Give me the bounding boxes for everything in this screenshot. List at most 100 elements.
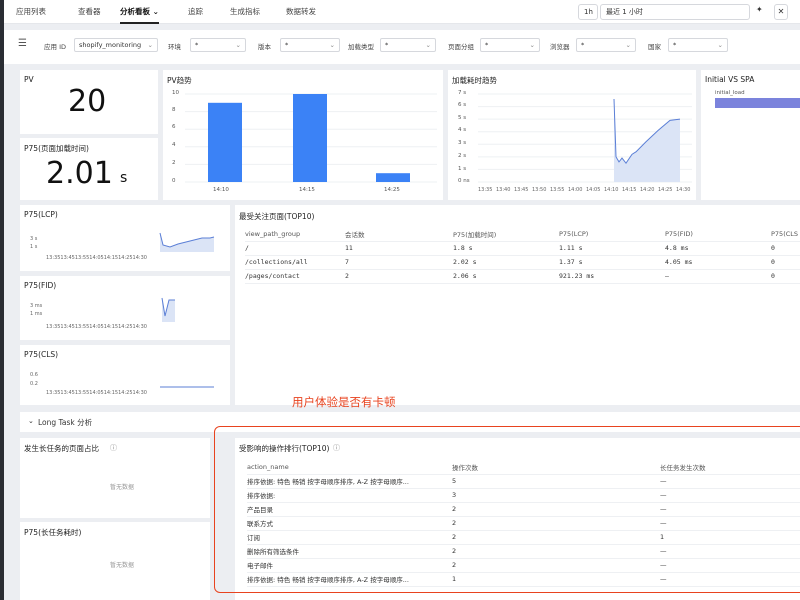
time-range-picker[interactable]: 最近 1 小时 (600, 4, 750, 20)
cell: 2 (345, 269, 453, 284)
filter-label-app-id: 应用 ID (44, 43, 66, 51)
column-header: 会话数 (345, 227, 453, 242)
fid-x-ticks: 13:3513:4513:5514:0514:1514:2514:30 (46, 324, 147, 330)
column-header: P75(CLS (771, 227, 800, 242)
lcp-x-ticks: 13:3513:4513:5514:0514:1514:2514:30 (46, 255, 147, 261)
column-header: view_path_group (245, 227, 345, 242)
initial-load-bar (715, 98, 800, 108)
empty-state-text: 暂无数据 (110, 562, 135, 569)
lcp-panel: P75(LCP) 3 s 1 s 13:3513:4513:5514:0514:… (20, 205, 230, 271)
load-type-select[interactable]: * ⌄ (380, 38, 436, 52)
load-x-tick: 14:15 (622, 187, 637, 193)
cell: 7 (345, 255, 453, 270)
cls-x-ticks: 13:3513:4513:5514:0514:1514:2514:30 (46, 390, 147, 396)
cell[interactable]: /pages/contact (245, 269, 345, 284)
top-pages-title: 最受关注页面(TOP10) (239, 212, 315, 221)
long-task-toggle-label: Long Task 分析 (38, 418, 93, 427)
page-group-select[interactable]: * ⌄ (480, 38, 540, 52)
cls-sparkline (160, 386, 214, 388)
tab-data-forward[interactable]: 数据转发 (286, 0, 316, 24)
chevron-down-icon: ⌄ (529, 41, 535, 49)
filter-label-load-type: 加载类型 (348, 43, 374, 51)
tab-generate-metrics[interactable]: 生成指标 (230, 0, 260, 24)
tab-dashboard-label: 分析看板 (120, 7, 150, 16)
tab-viewer[interactable]: 查看器 (78, 0, 101, 24)
load-x-tick: 13:40 (496, 187, 511, 193)
load-x-tick: 14:10 (604, 187, 619, 193)
chevron-down-icon: ⌄ (625, 41, 631, 49)
filter-label-env: 环境 (168, 43, 181, 51)
load-x-tick: 14:05 (586, 187, 601, 193)
pin-icon[interactable]: ✦ (756, 5, 763, 14)
cell: 1.11 s (559, 241, 665, 256)
pv-trend-panel: PV趋势 10 8 6 4 2 0 14:10 14:15 14:25 (163, 70, 443, 200)
long-task-ratio-title: 发生长任务的页面占比 (24, 444, 99, 453)
chevron-down-icon: ⌄ (717, 41, 723, 49)
env-select[interactable]: * ⌄ (190, 38, 246, 52)
load-trend-panel: 加载耗时趋势 7 s 6 s 5 s 4 s 3 s 2 s 1 s 0 ns … (448, 70, 696, 200)
cell: 11 (345, 241, 453, 256)
browser-value: * (581, 41, 585, 49)
cell[interactable]: / (245, 241, 345, 256)
info-icon[interactable]: ⓘ (110, 443, 117, 453)
load-x-tick: 13:45 (514, 187, 529, 193)
cell: 0 (771, 269, 800, 284)
time-short-button[interactable]: 1h (578, 4, 598, 20)
chevron-down-icon: ⌄ (28, 417, 34, 425)
cell: 2.06 s (453, 269, 559, 284)
version-value: * (285, 41, 289, 49)
tab-dashboard[interactable]: 分析看板 ⌄ (120, 0, 159, 24)
close-icon[interactable]: ✕ (774, 4, 788, 20)
initial-spa-panel: Initial VS SPA initial_load (701, 70, 800, 200)
table-row[interactable]: /collections/all 7 2.02 s 1.37 s 4.05 ms 0 (245, 255, 800, 270)
load-x-tick: 14:20 (640, 187, 655, 193)
time-range-label: 最近 1 小时 (606, 8, 643, 16)
chevron-down-icon: ⌄ (152, 7, 159, 16)
app-id-value: shopify_monitoring (79, 41, 142, 49)
pv-x-tick: 14:15 (299, 187, 315, 193)
lcp-sparkline (159, 232, 215, 252)
cell: — (665, 269, 771, 284)
empty-state-text: 暂无数据 (110, 484, 135, 491)
cell: 4.05 ms (665, 255, 771, 270)
load-type-value: * (385, 41, 389, 49)
country-value: * (673, 41, 677, 49)
initial-load-legend: initial_load (715, 90, 745, 96)
filter-icon[interactable]: ☰ (18, 38, 27, 49)
filter-label-browser: 浏览器 (550, 43, 570, 51)
initial-spa-title: Initial VS SPA (705, 75, 755, 84)
app-id-select[interactable]: shopify_monitoring ⌄ (74, 38, 158, 52)
table-row[interactable]: /pages/contact 2 2.06 s 921.23 ms —0 (245, 269, 800, 284)
p75-load-title: P75(页面加载时间) (24, 144, 89, 153)
env-value: * (195, 41, 199, 49)
cell: 1.8 s (453, 241, 559, 256)
load-trend-chart (478, 93, 692, 183)
cell: 0 (771, 255, 800, 270)
left-sidebar-strip (0, 0, 4, 600)
cell: 921.23 ms (559, 269, 665, 284)
load-x-tick: 13:50 (532, 187, 547, 193)
pv-bar (208, 102, 242, 182)
top-pages-panel: 最受关注页面(TOP10) view_path_group 会话数 P75(加载… (235, 205, 800, 405)
chevron-down-icon: ⌄ (147, 41, 153, 49)
annotation-highlight-box (214, 426, 800, 593)
browser-select[interactable]: * ⌄ (576, 38, 636, 52)
tab-tracing[interactable]: 追踪 (188, 0, 203, 24)
load-x-tick: 14:00 (568, 187, 583, 193)
column-header: P75(FID) (665, 227, 771, 242)
tab-app-list[interactable]: 应用列表 (16, 0, 46, 24)
cell[interactable]: /collections/all (245, 255, 345, 270)
table-row[interactable]: /11 1.8 s 1.11 s 4.8 ms 0 (245, 241, 800, 256)
p75-load-value: 2.01 (46, 156, 113, 191)
top-pages-table: view_path_group 会话数 P75(加载时间) P75(LCP) P… (245, 227, 800, 284)
page-group-value: * (485, 41, 489, 49)
cell: 4.8 ms (665, 241, 771, 256)
pv-bar (376, 173, 410, 182)
fid-panel: P75(FID) 3 ms 1 ms 13:3513:4513:5514:051… (20, 276, 230, 340)
country-select[interactable]: * ⌄ (668, 38, 728, 52)
pv-bar (293, 94, 327, 182)
load-x-tick: 14:25 (658, 187, 673, 193)
version-select[interactable]: * ⌄ (280, 38, 340, 52)
table-header-row: view_path_group 会话数 P75(加载时间) P75(LCP) P… (245, 227, 800, 242)
cell: 1.37 s (559, 255, 665, 270)
